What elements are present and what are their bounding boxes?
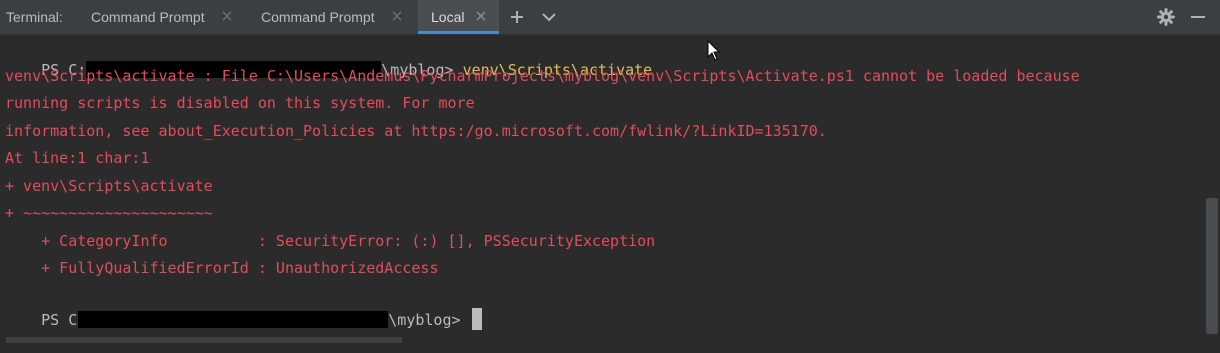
terminal-label: Terminal:: [6, 9, 63, 25]
close-icon[interactable]: [475, 10, 487, 22]
terminal-toolbar: Terminal: Command Prompt Command Prompt …: [0, 0, 1220, 35]
tab-label: Local: [431, 9, 465, 25]
chevron-down-icon[interactable]: [541, 9, 557, 25]
terminal-output[interactable]: PS C: \myblog> venv\Scripts\activate venv…: [0, 35, 1206, 335]
redacted-path: [78, 311, 389, 328]
error-line: At line:1 char:1: [5, 149, 150, 167]
tab-local[interactable]: Local: [418, 0, 499, 34]
error-line: information, see about_Execution_Policie…: [5, 122, 827, 140]
tab-command-prompt-1[interactable]: Command Prompt: [78, 0, 246, 34]
terminal-line-prompt-2: PS C: \myblog>: [5, 286, 482, 330]
error-line: + venv\Scripts\activate: [5, 177, 213, 195]
mouse-pointer-icon: [707, 40, 721, 61]
active-tab-indicator: [418, 31, 499, 34]
gear-icon[interactable]: [1157, 8, 1175, 26]
tab-command-prompt-2[interactable]: Command Prompt: [247, 0, 415, 34]
error-line: venv\Scripts\activate : File C:\Users\An…: [5, 67, 1080, 85]
error-line: + CategoryInfo : SecurityError: (:) [], …: [5, 232, 656, 250]
vertical-scrollbar[interactable]: [1206, 198, 1218, 334]
text-cursor: [471, 308, 482, 330]
prompt-suffix: \myblog>: [388, 311, 470, 329]
error-line: + FullyQualifiedErrorId : UnauthorizedAc…: [5, 259, 439, 277]
close-icon[interactable]: [221, 10, 233, 22]
tab-label: Command Prompt: [261, 9, 375, 25]
horizontal-scrollbar[interactable]: [6, 337, 402, 343]
error-line: + ~~~~~~~~~~~~~~~~~~~~~: [5, 204, 213, 222]
error-line: running scripts is disabled on this syst…: [5, 94, 475, 112]
plus-icon[interactable]: [509, 9, 525, 25]
close-icon[interactable]: [391, 10, 403, 22]
tab-label: Command Prompt: [91, 9, 205, 25]
terminal-line-prompt-1: PS C: \myblog> venv\Scripts\activate: [5, 37, 652, 79]
minimize-icon[interactable]: [1189, 9, 1207, 25]
